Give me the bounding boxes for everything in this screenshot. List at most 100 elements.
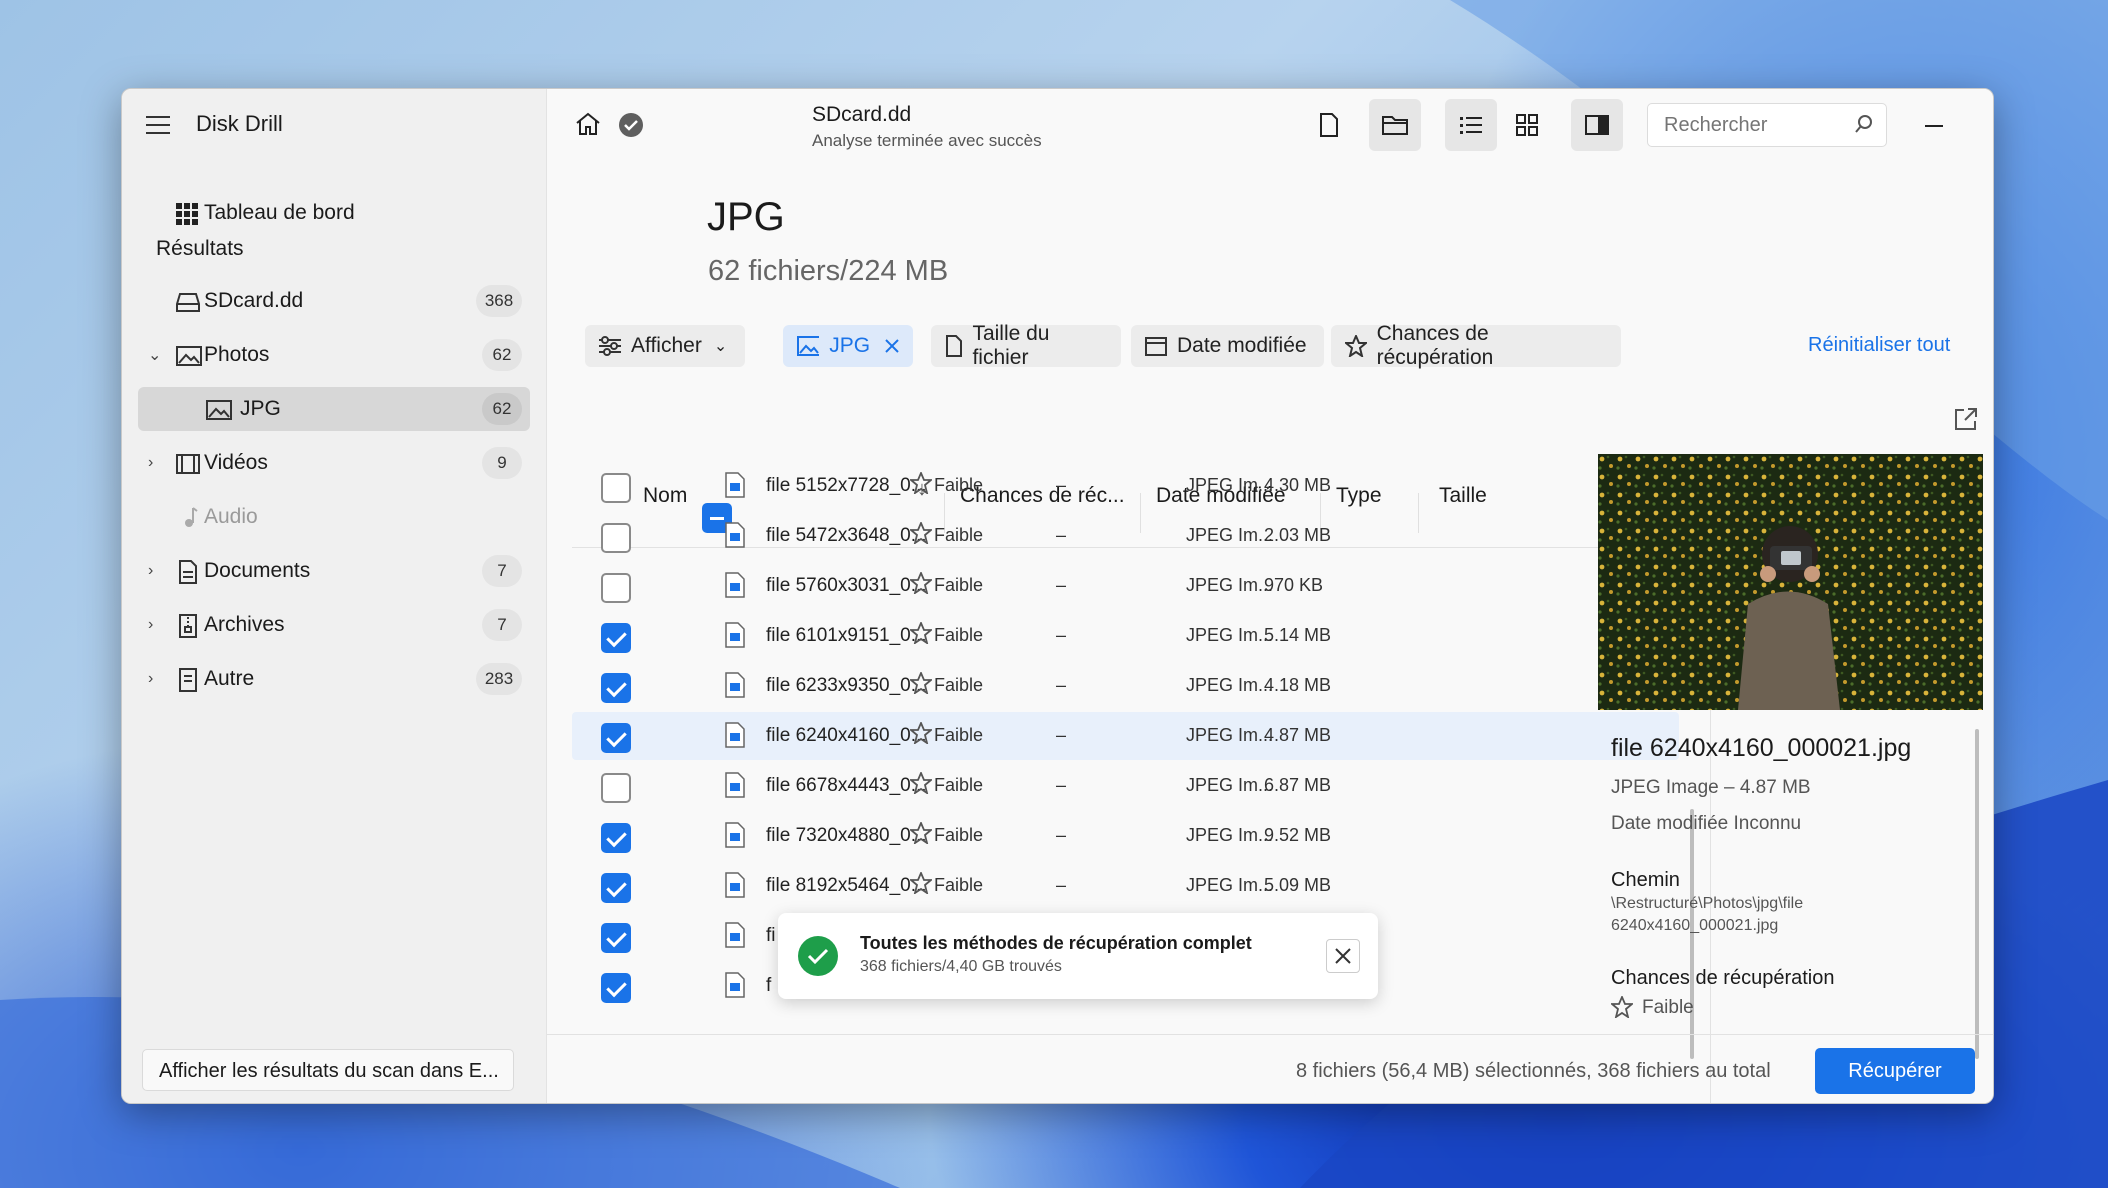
scan-status: Analyse terminée avec succès (812, 131, 1042, 150)
file-name: file 6240x4160_0... (766, 725, 927, 746)
chevron-right-icon[interactable]: › (148, 616, 153, 634)
file-size-filter[interactable]: Taille du fichier (931, 322, 1121, 369)
table-row[interactable]: file 5760x3031_0... Faible – JPEG Im... 970 … (572, 562, 1679, 610)
star-icon (908, 570, 934, 599)
toast-close-button[interactable] (1326, 939, 1360, 973)
row-checkbox[interactable] (601, 623, 631, 653)
table-row[interactable]: file 5472x3648_0... Faible – JPEG Im... 2.03… (572, 512, 1679, 560)
table-row[interactable]: file 6240x4160_0... Faible – JPEG Im... 4.87… (572, 712, 1679, 760)
drive-icon (176, 291, 200, 313)
jpeg-file-icon (725, 572, 745, 603)
sidebar-item-archives[interactable]: › Archives 7 (138, 603, 530, 647)
star-icon (908, 470, 934, 499)
search-icon[interactable] (1854, 114, 1874, 139)
show-scan-results-button[interactable]: Afficher les résultats du scan dans E... (142, 1049, 514, 1091)
table-row[interactable]: file 8192x5464_0... Faible – JPEG Im... 5.09… (572, 862, 1679, 910)
modified-date: – (1056, 475, 1067, 495)
sidebar-item-jpg[interactable]: JPG 62 (138, 387, 530, 431)
jpeg-file-icon (725, 822, 745, 853)
file-name: file 6233x9350_0... (766, 675, 927, 696)
count-badge: 7 (482, 609, 522, 641)
sliders-icon (599, 336, 621, 356)
jpeg-file-icon (725, 972, 745, 1003)
search-input[interactable] (1662, 112, 1846, 138)
grid-view-button[interactable] (1501, 99, 1553, 151)
row-checkbox[interactable] (601, 523, 631, 553)
row-checkbox[interactable] (601, 673, 631, 703)
file-view-button[interactable] (1303, 99, 1355, 151)
recovery-chance: Faible (934, 475, 984, 495)
file-type: JPEG Im... (1186, 625, 1274, 645)
sidebar-item-photos[interactable]: ⌄ Photos 62 (138, 333, 530, 377)
sidebar-item-audio[interactable]: Audio (138, 495, 530, 539)
chevron-down-icon: ⌄ (713, 338, 728, 355)
preview-scrollbar[interactable] (1975, 729, 1979, 1059)
sidebar-item-label: Audio (204, 505, 258, 528)
row-checkbox[interactable] (601, 573, 631, 603)
page-subtitle: 62 fichiers/224 MB (708, 255, 949, 287)
table-row[interactable]: file 6101x9151_0... Faible – JPEG Im... 5.14… (572, 612, 1679, 660)
remove-filter-icon[interactable] (884, 338, 899, 354)
row-checkbox[interactable] (601, 923, 631, 953)
search-box[interactable] (1647, 103, 1887, 147)
count-badge: 7 (482, 555, 522, 587)
chevron-down-icon[interactable]: ⌄ (148, 345, 161, 365)
star-icon (908, 620, 934, 649)
chevron-right-icon[interactable]: › (148, 454, 153, 472)
open-external-icon[interactable] (1954, 407, 1978, 436)
results-heading: Résultats (156, 237, 244, 260)
jpeg-file-icon (725, 672, 745, 703)
preview-pane-toggle[interactable] (1571, 99, 1623, 151)
table-row[interactable]: file 5152x7728_0... Faible – JPEG Im... 4.30… (572, 462, 1679, 510)
row-checkbox[interactable] (601, 773, 631, 803)
row-checkbox[interactable] (601, 723, 631, 753)
preview-path-line1: \Restructuré\Photos\jpg\file (1611, 895, 1804, 912)
count-badge: 62 (482, 393, 522, 425)
file-icon (178, 668, 198, 692)
chevron-right-icon[interactable]: › (148, 562, 153, 580)
row-checkbox[interactable] (601, 873, 631, 903)
recover-button[interactable]: Récupérer (1815, 1048, 1975, 1094)
recovery-chances-filter-label: Chances de récupération (1376, 322, 1494, 369)
recovery-chance: Faible (934, 725, 984, 745)
page-title: JPG (707, 195, 785, 239)
star-icon (908, 720, 934, 749)
star-icon (908, 870, 934, 899)
date-modified-filter[interactable]: Date modifiée (1131, 325, 1324, 367)
count-badge: 62 (482, 339, 522, 371)
table-row[interactable]: file 6678x4443_0... Faible – JPEG Im... 6.87… (572, 762, 1679, 810)
archive-icon (178, 614, 198, 638)
row-checkbox[interactable] (601, 473, 631, 503)
chevron-right-icon[interactable]: › (148, 670, 153, 688)
file-name: file 5152x7728_0... (766, 475, 927, 496)
folder-view-button[interactable] (1369, 99, 1421, 151)
jpeg-file-icon (725, 922, 745, 953)
reset-all-link[interactable]: Réinitialiser tout (1808, 334, 1950, 357)
file-type: JPEG Im... (1186, 575, 1274, 595)
sidebar-item-dashboard[interactable]: Tableau de bord (138, 191, 530, 235)
row-checkbox[interactable] (601, 823, 631, 853)
home-icon[interactable] (575, 112, 601, 136)
sidebar-item-other[interactable]: › Autre 283 (138, 657, 530, 701)
file-size: 6.87 MB (1264, 775, 1332, 795)
show-filter-dropdown[interactable]: Afficher ⌄ (585, 325, 745, 367)
recovery-chances-filter[interactable]: Chances de récupération (1331, 322, 1621, 369)
active-filter-jpg[interactable]: JPG (783, 325, 913, 367)
hamburger-menu-icon[interactable] (146, 115, 170, 135)
table-row[interactable]: file 7320x4880_0... Faible – JPEG Im... 9.52… (572, 812, 1679, 860)
count-badge: 368 (476, 285, 522, 317)
preview-image (1598, 454, 1983, 710)
table-row[interactable]: file 6233x9350_0... Faible – JPEG Im... 4.18… (572, 662, 1679, 710)
minimize-button[interactable] (1925, 125, 1943, 127)
file-size-filter-label: Taille du fichier (972, 322, 1050, 369)
sidebar-item-videos[interactable]: › Vidéos 9 (138, 441, 530, 485)
list-view-button[interactable] (1445, 99, 1497, 151)
row-checkbox[interactable] (601, 973, 631, 1003)
modified-date: – (1056, 725, 1067, 745)
sidebar-item-documents[interactable]: › Documents 7 (138, 549, 530, 593)
sidebar-item-label: Archives (204, 613, 285, 636)
recovery-chance: Faible (934, 825, 984, 845)
sidebar-item-label: JPG (240, 397, 281, 420)
sidebar-item-sdcard[interactable]: SDcard.dd 368 (138, 279, 530, 323)
preview-filename: file 6240x4160_000021.jpg (1611, 734, 1912, 762)
